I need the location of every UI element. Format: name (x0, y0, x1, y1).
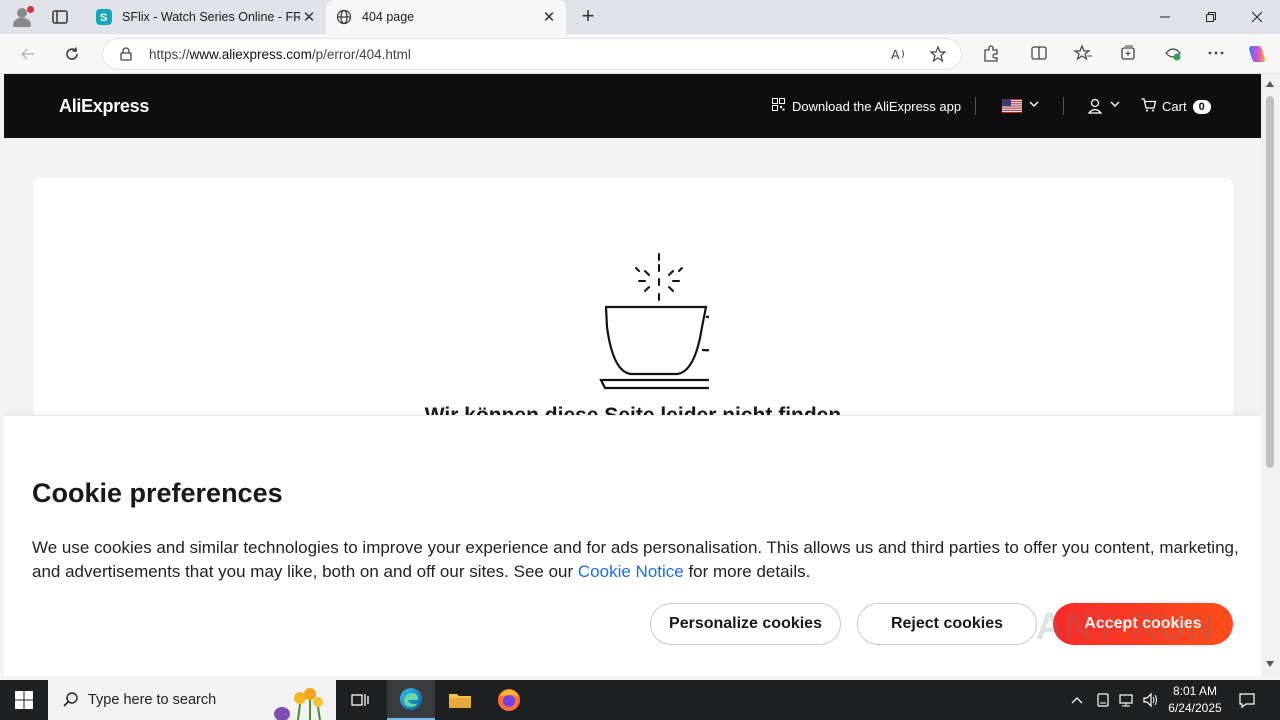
us-flag-icon[interactable] (1002, 99, 1022, 113)
cart-label: Cart (1162, 99, 1187, 114)
tab-close-icon[interactable]: ✕ (540, 8, 558, 26)
notifications-icon[interactable] (1238, 680, 1256, 720)
qr-code-icon (772, 98, 785, 114)
device-icon[interactable] (1095, 680, 1111, 720)
cookie-title: Cookie preferences (32, 478, 283, 508)
globe-icon (336, 9, 352, 25)
file-explorer-icon[interactable] (436, 680, 484, 720)
collections-icon[interactable] (1117, 43, 1139, 65)
split-screen-icon[interactable] (1028, 43, 1050, 65)
taskbar-search[interactable]: Type here to search (48, 680, 336, 720)
minimize-icon[interactable] (1142, 0, 1188, 34)
coffee-cup-icon (569, 244, 731, 394)
tab-close-icon[interactable]: ✕ (300, 8, 318, 26)
profile-icon[interactable] (10, 6, 34, 28)
sflix-favicon-icon: S (96, 9, 112, 25)
favorite-star-icon[interactable] (928, 45, 948, 65)
watermark: ANY RUN (1036, 606, 1216, 648)
tab-404-page[interactable]: 404 page ✕ (326, 0, 566, 34)
url-text[interactable]: https://www.aliexpress.com/p/error/404.h… (149, 47, 411, 62)
scrollbar-thumb[interactable] (1266, 96, 1274, 468)
network-icon[interactable] (1118, 680, 1136, 720)
cookie-notice-link[interactable]: Cookie Notice (578, 562, 684, 581)
cart-count-badge: 0 (1192, 99, 1211, 114)
svg-text:A: A (891, 47, 900, 62)
site-header: AliExpress Download the AliExpress app C… (4, 74, 1261, 138)
clock-time: 8:01 AM (1172, 684, 1218, 698)
divider (975, 97, 976, 115)
chevron-down-icon[interactable] (1110, 99, 1120, 112)
search-placeholder: Type here to search (88, 692, 217, 708)
user-icon[interactable] (1087, 97, 1103, 115)
show-hidden-icons-icon[interactable] (1070, 680, 1084, 720)
firefox-icon[interactable] (485, 680, 533, 720)
browser-tab-bar: S SFlix - Watch Series Online - FREE ✕ 4… (0, 0, 1280, 34)
close-window-icon[interactable] (1234, 0, 1280, 34)
task-view-icon[interactable] (336, 680, 384, 720)
more-options-icon[interactable] (1205, 43, 1227, 65)
search-icon (62, 691, 80, 709)
aliexpress-logo[interactable]: AliExpress (59, 96, 149, 117)
windows-taskbar: Type here to search 8:01 AM 6/24/2025 (0, 680, 1280, 720)
download-app-label: Download the AliExpress app (792, 98, 962, 114)
cart-link[interactable]: Cart 0 (1141, 98, 1211, 115)
page-viewport: AliExpress Download the AliExpress app C… (4, 74, 1261, 676)
lock-icon[interactable] (119, 47, 133, 61)
tab-actions-icon[interactable] (50, 7, 70, 27)
tab-title: SFlix - Watch Series Online - FREE (122, 10, 300, 24)
divider (1063, 97, 1064, 115)
browser-toolbar: https://www.aliexpress.com/p/error/404.h… (0, 34, 1280, 74)
reject-cookies-button[interactable]: Reject cookies (857, 603, 1037, 645)
refresh-icon[interactable] (60, 42, 84, 66)
tab-title: 404 page (362, 10, 415, 24)
browser-essentials-icon[interactable] (1162, 43, 1184, 65)
cart-icon (1141, 98, 1157, 115)
windows-start-icon[interactable] (0, 680, 48, 720)
personalize-cookies-button[interactable]: Personalize cookies (650, 603, 841, 645)
tab-sflix[interactable]: S SFlix - Watch Series Online - FREE ✕ (86, 0, 326, 34)
search-highlight-flowers-icon (260, 682, 332, 720)
new-tab-button[interactable]: + (577, 5, 599, 27)
back-icon[interactable] (16, 42, 40, 66)
extensions-icon[interactable] (980, 43, 1002, 65)
restore-icon[interactable] (1188, 0, 1234, 34)
svg-text:S: S (100, 12, 107, 24)
favorites-icon[interactable] (1072, 43, 1094, 65)
address-bar[interactable]: https://www.aliexpress.com/p/error/404.h… (102, 38, 962, 70)
clock-date: 6/24/2025 (1168, 701, 1222, 715)
system-clock[interactable]: 8:01 AM 6/24/2025 (1160, 683, 1230, 717)
edge-taskbar-icon[interactable] (387, 680, 435, 720)
copilot-icon[interactable] (1246, 43, 1268, 65)
volume-icon[interactable] (1142, 680, 1160, 720)
chevron-down-icon[interactable] (1029, 99, 1039, 112)
scrollbar[interactable] (1261, 74, 1280, 676)
read-aloud-icon[interactable]: A (889, 45, 909, 65)
download-app-link[interactable]: Download the AliExpress app (772, 98, 961, 114)
cookie-description: We use cookies and similar technologies … (32, 538, 1239, 581)
